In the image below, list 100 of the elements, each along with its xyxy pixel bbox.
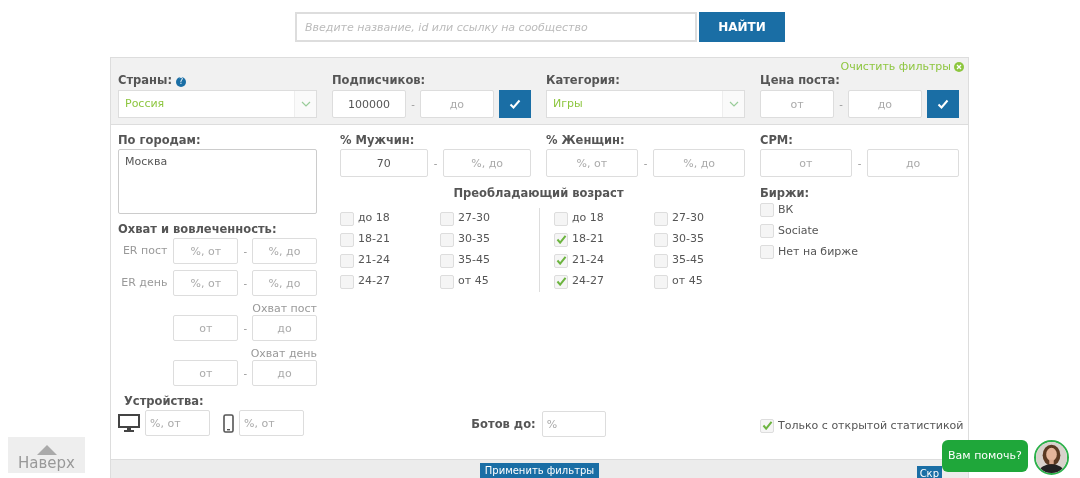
checkbox-label: 18-21 — [572, 231, 604, 248]
range-dash: - — [243, 321, 247, 336]
apply-filters-button[interactable]: Применить фильтры — [479, 463, 600, 478]
field-label: Охват день — [250, 347, 317, 360]
field-label: CPM: — [760, 133, 794, 147]
input-field[interactable]: от — [173, 315, 239, 341]
input-field[interactable]: до — [252, 315, 317, 341]
field-label: ER день — [121, 274, 168, 291]
checkbox[interactable] — [440, 253, 454, 268]
checkbox-label: до 18 — [358, 210, 390, 227]
input-field[interactable]: %, до — [252, 238, 317, 264]
checkbox-label: 27-30 — [672, 210, 704, 227]
input-field[interactable]: от — [760, 149, 852, 177]
field-label: Цена поста: — [760, 73, 840, 87]
checkbox[interactable] — [654, 274, 668, 289]
field-label: Ботов до: — [471, 417, 536, 431]
checkbox-label: 35-45 — [458, 252, 490, 269]
checkbox[interactable] — [440, 211, 454, 226]
input-field[interactable]: 70 — [340, 149, 428, 177]
triangle-up-icon — [36, 445, 57, 455]
input-field[interactable]: от — [760, 90, 835, 118]
checkbox[interactable] — [654, 232, 668, 247]
range-dash: - — [411, 97, 415, 112]
checkbox[interactable] — [760, 418, 774, 433]
checkbox[interactable] — [554, 211, 568, 226]
range-dash: - — [243, 244, 247, 259]
help-icon[interactable]: ? — [176, 76, 187, 87]
range-dash: - — [243, 276, 247, 291]
checkbox-label: 18-21 — [358, 231, 390, 248]
phone-icon — [223, 413, 234, 433]
checkbox-label: 35-45 — [672, 252, 704, 269]
section-label: Преобладающий возраст — [452, 186, 625, 200]
checkbox[interactable] — [340, 211, 354, 226]
checkbox[interactable] — [654, 211, 668, 226]
range-dash: - — [857, 156, 862, 171]
input-field[interactable]: %, от — [546, 149, 638, 177]
checkbox-label: 24-27 — [572, 273, 604, 290]
range-dash: - — [433, 156, 438, 171]
field-label: Страны: — [118, 73, 173, 87]
checkbox[interactable] — [554, 232, 568, 247]
input-field[interactable]: %, от — [145, 410, 210, 436]
checkbox[interactable] — [760, 245, 774, 260]
checkbox-label: Нет на бирже — [778, 244, 858, 260]
checkbox[interactable] — [340, 232, 354, 247]
checkbox[interactable] — [760, 203, 774, 218]
checkbox[interactable] — [654, 253, 668, 268]
input-field[interactable]: %, от — [173, 270, 239, 296]
section-label: Устройства: — [123, 394, 205, 408]
field-label: Категория: — [546, 73, 620, 87]
input-field[interactable]: 100000 — [332, 90, 407, 118]
checkbox[interactable] — [554, 253, 568, 268]
input-field[interactable]: %, до — [443, 149, 531, 177]
field-label: % Женщин: — [546, 133, 626, 147]
checkbox[interactable] — [760, 224, 774, 239]
checkbox[interactable] — [340, 253, 354, 268]
input-field[interactable]: до — [419, 90, 494, 118]
field-label: % Мужчин: — [340, 133, 416, 147]
apply-button[interactable] — [927, 90, 959, 118]
section-label: Биржи: — [760, 186, 811, 200]
chat-bubble[interactable]: Вам помочь? — [942, 440, 1028, 472]
chevron-down-icon — [728, 101, 739, 107]
input-field[interactable]: %, от — [239, 410, 304, 436]
checkbox[interactable] — [340, 274, 354, 289]
range-dash: - — [643, 156, 648, 171]
input-field[interactable]: % — [541, 411, 606, 437]
input-field[interactable]: от — [173, 360, 239, 386]
checkbox-label: ВК — [778, 202, 794, 218]
field-label: По городам: — [118, 133, 202, 147]
chevron-down-icon — [300, 101, 311, 107]
cities-field[interactable]: Москва — [118, 149, 317, 214]
input-field[interactable]: %, от — [173, 238, 239, 264]
field-label: Охват пост — [252, 302, 317, 315]
input-field[interactable]: до — [867, 149, 959, 177]
search-button[interactable]: НАЙТИ — [699, 12, 785, 42]
input-field[interactable]: до — [252, 360, 317, 386]
checkbox-label: до 18 — [572, 210, 604, 227]
check-icon — [509, 99, 521, 109]
checkbox-label: 24-27 — [358, 273, 390, 290]
search-field[interactable]: Введите название, id или ссылку на сообщество — [295, 12, 697, 42]
field-label: ER пост — [122, 242, 168, 259]
check-icon — [937, 99, 949, 109]
checkbox-label: 30-35 — [458, 231, 490, 248]
input-field[interactable]: %, до — [653, 149, 745, 177]
section-label: Охват и вовлеченность: — [118, 222, 278, 236]
checkbox-label: 21-24 — [358, 252, 390, 269]
range-dash: - — [839, 97, 843, 112]
range-dash: - — [243, 366, 247, 381]
checkbox-label: от 45 — [458, 273, 489, 290]
apply-button[interactable] — [499, 90, 531, 118]
field-label: Подписчиков: — [332, 73, 426, 87]
checkbox[interactable] — [440, 232, 454, 247]
close-icon — [954, 62, 964, 73]
input-field[interactable]: до — [847, 90, 922, 118]
checkbox-label: от 45 — [672, 273, 703, 290]
checkbox[interactable] — [440, 274, 454, 289]
checkbox-label: Только с открытой статистикой — [778, 417, 964, 434]
checkbox[interactable] — [554, 274, 568, 289]
checkbox-label: 27-30 — [458, 210, 490, 227]
input-field[interactable]: %, до — [252, 270, 317, 296]
checkbox-label: Sociate — [778, 223, 819, 239]
